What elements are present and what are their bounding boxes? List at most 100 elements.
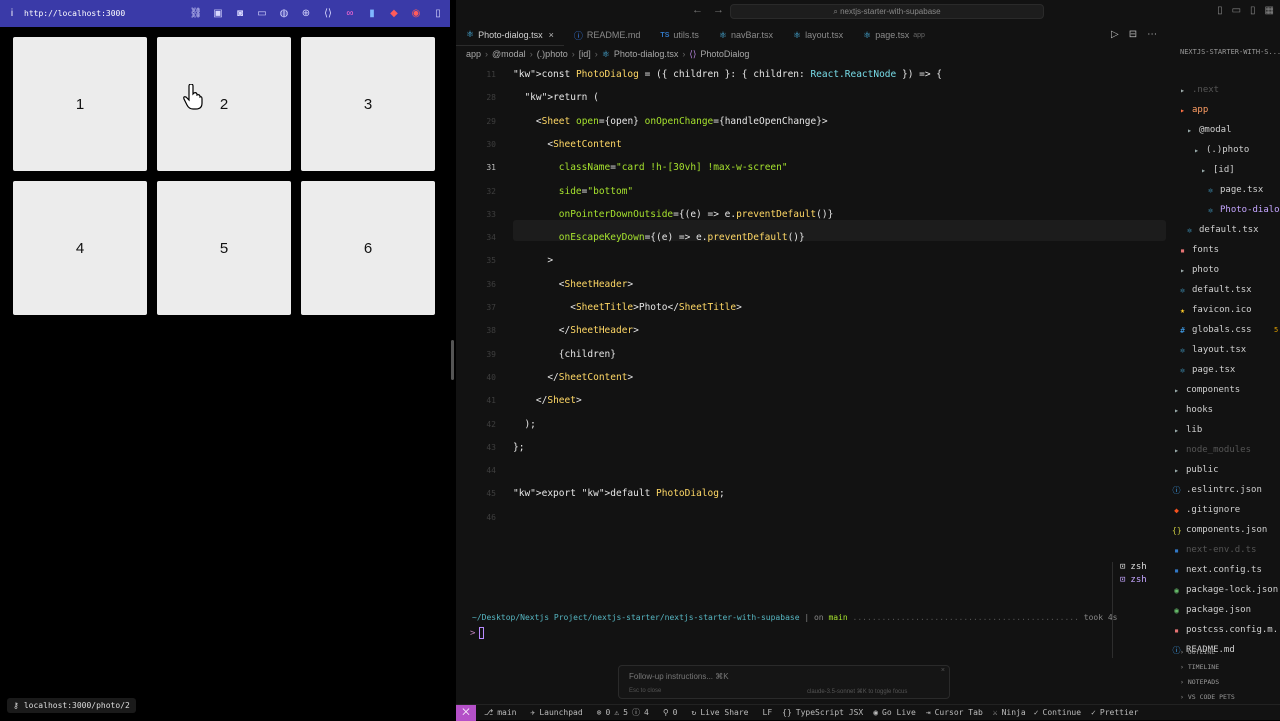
explorer-section[interactable]: › VS CODE PETS	[1180, 693, 1235, 701]
inline-chat-box[interactable]: Follow-up instructions... ⌘K Esc to clos…	[618, 665, 950, 699]
explorer-item[interactable]: ▪ next-env.d.ts	[1172, 540, 1256, 560]
explorer-item[interactable]: ▪ next.config.ts	[1172, 560, 1262, 580]
code-line[interactable]: 34 onEscapeKeyDown={(e) => e.preventDefa…	[456, 226, 804, 249]
info-icon[interactable]: i	[6, 8, 18, 19]
explorer-item[interactable]: ▸ [id]	[1199, 160, 1235, 180]
photo-tile-3[interactable]: 3	[301, 37, 435, 171]
breadcrumb-item[interactable]: [id]	[579, 49, 591, 59]
record-icon[interactable]: ◉	[410, 8, 422, 20]
explorer-item[interactable]: ▸ components	[1172, 380, 1240, 400]
explorer-item[interactable]: ⓘ .eslintrc.json	[1172, 480, 1262, 500]
terminal-item-zsh-active[interactable]: ⊡ zsh	[1120, 575, 1147, 585]
explorer-item[interactable]: ⚛ page.tsx	[1178, 360, 1235, 380]
explorer-section[interactable]: › TIMELINE	[1180, 663, 1219, 671]
code-line[interactable]: 32 side="bottom"	[456, 180, 633, 203]
explorer-item[interactable]: ▪ postcss.config.m...	[1172, 620, 1280, 640]
tab-photo-dialog[interactable]: ⚛ Photo-dialog.tsx ×	[456, 24, 564, 46]
code-line[interactable]: 37 <SheetTitle>Photo</SheetTitle>	[456, 296, 742, 319]
breadcrumb-item[interactable]: app	[466, 49, 481, 59]
explorer-item[interactable]: ▸ hooks	[1172, 400, 1213, 420]
code-line[interactable]: 43};	[456, 436, 524, 459]
chat-input[interactable]: Follow-up instructions... ⌘K	[629, 672, 729, 681]
explorer-item[interactable]: ◆ .gitignore	[1172, 500, 1240, 520]
globe-icon[interactable]: ◍	[278, 8, 290, 20]
breadcrumb-item[interactable]: (.)photo	[537, 49, 568, 59]
explorer-item[interactable]: ⚛ default.tsx	[1185, 220, 1259, 240]
explorer-item[interactable]: ▸ app	[1178, 100, 1208, 120]
explorer-item[interactable]: ⚛ default.tsx	[1178, 280, 1252, 300]
code-area[interactable]: 11 "kw">const PhotoDialog = ({ children }…	[456, 63, 1166, 533]
terminal-panel[interactable]: ~/Desktop/Nextjs Project/nextjs-starter/…	[456, 560, 1117, 670]
explorer-item[interactable]: ▸ photo	[1178, 260, 1219, 280]
photo-tile-4[interactable]: 4	[13, 181, 147, 315]
explorer-item[interactable]: ▸ lib	[1172, 420, 1202, 440]
explorer-item[interactable]: ◉ package-lock.json	[1172, 580, 1278, 600]
toggle-secondary-sidebar-icon[interactable]: ▯	[1250, 5, 1256, 16]
code-line[interactable]: 33 onPointerDownOutside={(e) => e.preven…	[456, 203, 833, 226]
code-line[interactable]: 11 "kw">const PhotoDialog = ({ children }…	[456, 63, 942, 86]
go-live-status[interactable]: ◉ Go Live	[873, 708, 916, 717]
ports-status[interactable]: ⚲ 0	[663, 708, 678, 717]
target-icon[interactable]: ⊕	[300, 8, 312, 20]
sidebar-toggle-icon[interactable]: ▯	[432, 8, 444, 20]
explorer-item[interactable]: ▪ fonts	[1178, 240, 1219, 260]
extension-red-icon[interactable]: ◆	[388, 8, 400, 20]
launchpad-status[interactable]: ✈ Launchpad	[530, 708, 582, 717]
code-line[interactable]: 46	[456, 506, 496, 529]
explorer-item[interactable]: # globals.css 5	[1178, 320, 1278, 340]
split-editor-icon[interactable]: ⊟	[1129, 29, 1137, 40]
explorer-item[interactable]: ★ favicon.ico	[1178, 300, 1252, 320]
close-icon[interactable]: ×	[941, 667, 945, 674]
code-line[interactable]: 40 </SheetContent>	[456, 366, 633, 389]
breadcrumb-item[interactable]: @modal	[492, 49, 526, 59]
close-icon[interactable]: ×	[549, 30, 554, 40]
breadcrumb-item[interactable]: Photo-dialog.tsx	[614, 49, 679, 59]
code-line[interactable]: 39 {children}	[456, 343, 616, 366]
code-line[interactable]: 31 className="card !h-[30vh] !max-w-scre…	[456, 156, 787, 179]
explorer-item[interactable]: ▸ (.)photo	[1192, 140, 1249, 160]
code-line[interactable]: 42 );	[456, 413, 536, 436]
code-line[interactable]: 44	[456, 459, 496, 482]
more-actions-icon[interactable]: ⋯	[1147, 29, 1157, 40]
customize-layout-icon[interactable]: ▦	[1265, 5, 1274, 16]
explorer-item[interactable]: ◉ package.json	[1172, 600, 1251, 620]
cursor-tab-status[interactable]: ⇥ Cursor Tab	[926, 708, 983, 717]
extension-icon[interactable]: ∞	[344, 8, 356, 20]
eol-status[interactable]: LF	[763, 708, 773, 717]
code-icon[interactable]: ⟨⟩	[322, 8, 334, 20]
explorer-item[interactable]: ▸ node_modules	[1172, 440, 1251, 460]
tab-layout[interactable]: ⚛ layout.tsx	[783, 24, 853, 46]
code-line[interactable]: 28 "kw">return (	[456, 86, 598, 109]
language-status[interactable]: {} TypeScript JSX	[782, 708, 863, 717]
explorer-item[interactable]: ▸ @modal	[1185, 120, 1231, 140]
terminal-input[interactable]: >	[470, 627, 485, 639]
run-icon[interactable]: ▷	[1111, 29, 1119, 40]
prettier-status[interactable]: ✓ Prettier	[1091, 708, 1138, 717]
forward-arrow-icon[interactable]: →	[713, 4, 724, 16]
tab-utils[interactable]: TS utils.ts	[650, 24, 708, 46]
code-line[interactable]: 45 "kw">export "kw">default PhotoDialog;	[456, 482, 724, 505]
command-center-search[interactable]: ⌕ nextjs-starter-with-supabase	[730, 4, 1044, 19]
explorer-section[interactable]: › OUTLINE	[1180, 648, 1215, 656]
code-line[interactable]: 41 </Sheet>	[456, 389, 581, 412]
tab-page[interactable]: ⚛ page.tsx app	[853, 24, 935, 46]
camera-icon[interactable]: ◙	[234, 8, 246, 20]
explorer-item[interactable]: ⚛ Photo-dialog...	[1206, 200, 1280, 220]
photo-tile-6[interactable]: 6	[301, 181, 435, 315]
toggle-panel-icon[interactable]: ▭	[1232, 5, 1241, 16]
explorer-section[interactable]: › NOTEPADS	[1180, 678, 1219, 686]
photo-tile-1[interactable]: 1	[13, 37, 147, 171]
back-arrow-icon[interactable]: ←	[692, 4, 703, 16]
screenshot-icon[interactable]: ▣	[212, 8, 224, 20]
branch-status[interactable]: ⎇ main	[484, 708, 516, 717]
live-share-status[interactable]: ↻ Live Share	[692, 708, 749, 717]
code-line[interactable]: 30 <SheetContent	[456, 133, 621, 156]
ninja-status[interactable]: ⚔ Ninja	[993, 708, 1026, 717]
explorer-item[interactable]: ▸ .next	[1178, 80, 1219, 100]
explorer-item[interactable]: ▸ public	[1172, 460, 1218, 480]
code-line[interactable]: 36 <SheetHeader>	[456, 273, 633, 296]
problems-status[interactable]: ⊗ 0 ⚠ 5 ⓘ 4	[597, 707, 649, 718]
code-line[interactable]: 29 <Sheet open={open} onOpenChange={hand…	[456, 110, 827, 133]
terminal-item-zsh[interactable]: ⊡ zsh	[1120, 562, 1147, 572]
toggle-primary-sidebar-icon[interactable]: ▯	[1217, 5, 1223, 16]
